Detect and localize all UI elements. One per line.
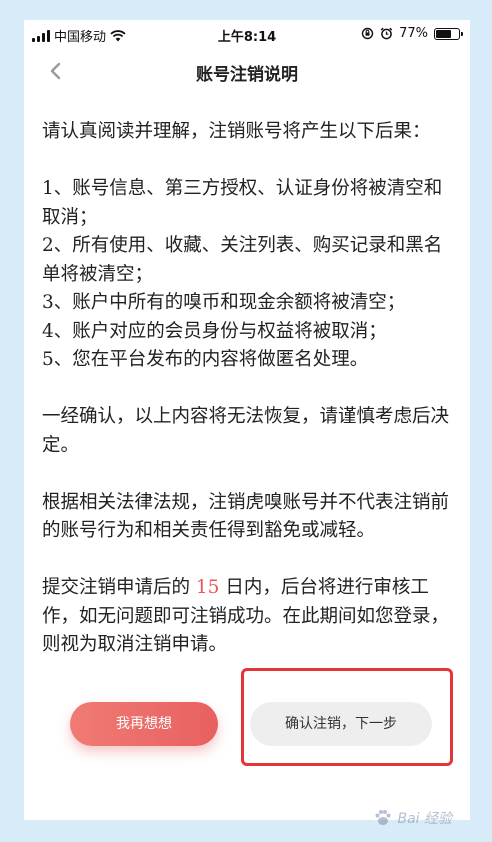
law-note: 根据相关法律法规，注销虎嗅账号并不代表注销前的账号行为和相关责任得到豁免或减轻。 [42,491,450,542]
intro-text: 请认真阅读并理解，注销账号将产生以下后果： [42,121,431,142]
nav-bar: 账号注销说明 [24,48,470,94]
watermark-text: Bai 经验 [397,811,452,827]
status-bar: 中国移动 上午8:14 77% [24,20,470,48]
list-item: 5、您在平台发布的内容将做匿名处理。 [42,349,369,370]
review-note: 提交注销申请后的 15 日内，后台将进行审核工作，如无问题即可注销成功。在此期间… [42,574,454,660]
account-cancellation-notice: 请认真阅读并理解，注销账号将产生以下后果： 1、账号信息、第三方授权、认证身份将… [42,118,454,688]
review-days: 15 [195,577,220,598]
watermark: Bai 经验 [373,808,452,828]
alarm-icon [380,27,393,40]
list-item: 3、账户中所有的嗅币和现金余额将被清空； [42,292,406,313]
highlight-box [241,668,453,766]
paw-logo-icon [375,810,391,825]
rethink-button[interactable]: 我再想想 [70,702,218,746]
battery-icon [434,27,463,40]
confirm-note: 一经确认，以上内容将无法恢复，请谨慎考虑后决定。 [42,406,450,456]
consequence-list: 1、账号信息、第三方授权、认证身份将被清空和取消； 2、所有使用、收藏、关注列表… [42,175,454,375]
screenshot-frame: 中国移动 上午8:14 77% 账号注销说明 请认真阅读并理解，注销账号将产生以… [0,0,492,842]
page-title: 账号注销说明 [196,65,298,85]
rotation-lock-icon [361,27,374,40]
battery-percent: 77% [399,26,428,41]
list-item: 4、账户对应的会员身份与权益将被取消； [42,320,387,342]
review-prefix: 提交注销申请后的 [42,577,196,598]
list-item: 1、账号信息、第三方授权、认证身份将被清空和取消； [42,178,443,228]
status-right: 77% [361,26,463,41]
list-item: 2、所有使用、收藏、关注列表、购买记录和黑名单将被清空； [42,235,443,285]
